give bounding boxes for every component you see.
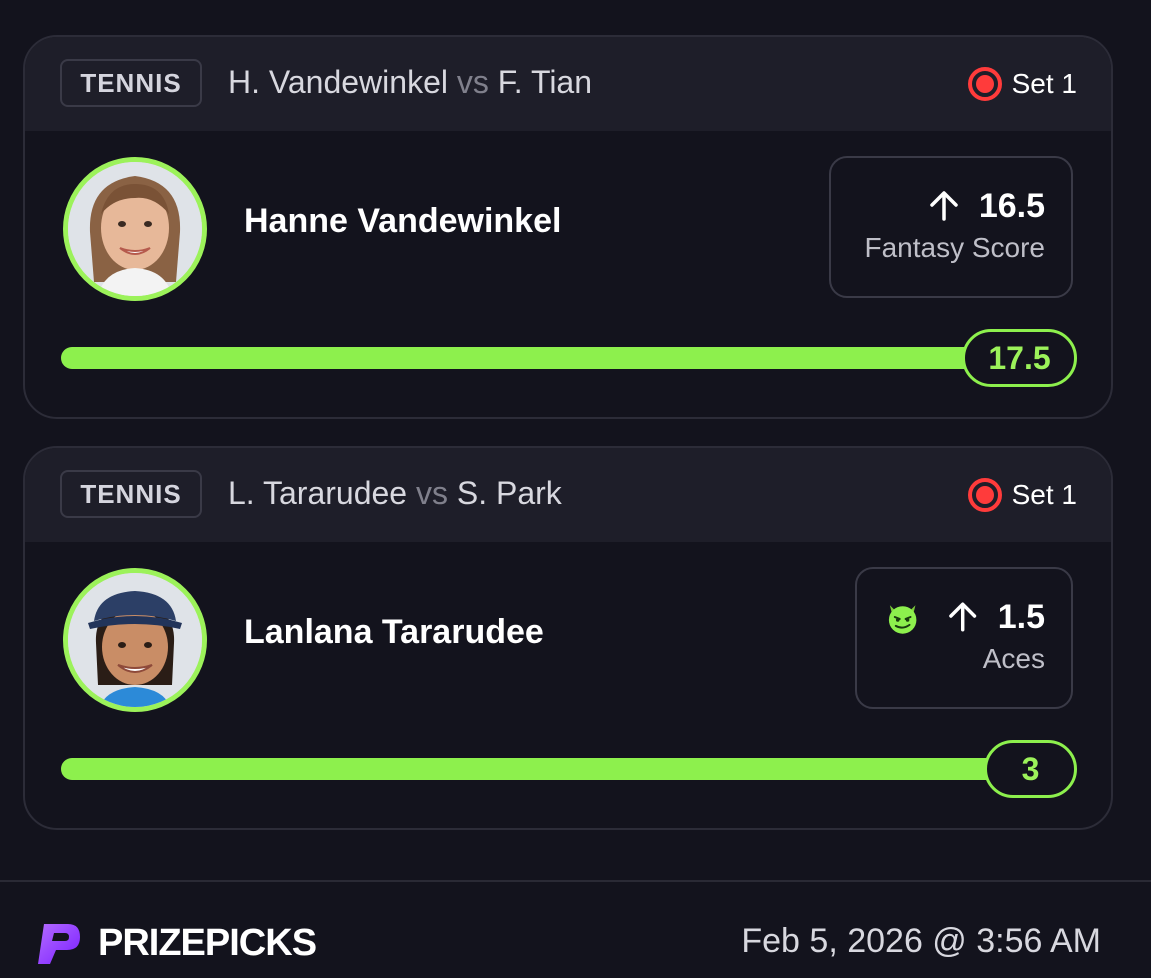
player-name: Lanlana Tararudee [244,613,544,651]
status-label: Set 1 [1011,68,1077,99]
matchup-player1: H. Vandewinkel [228,64,448,100]
card-header: TENNIS H. Vandewinkel vs F. Tian Set 1 [25,37,1111,131]
projection-stat: Aces [982,643,1045,674]
player-avatar [63,568,207,712]
player-avatar [63,157,207,301]
player-photo [68,573,202,707]
progress-fill [61,758,1023,780]
sport-badge: TENNIS [60,59,202,107]
projection-stat: Fantasy Score [864,232,1045,263]
progress-bar [61,347,1001,369]
demon-icon [888,605,917,634]
matchup-player2: S. Park [456,475,562,511]
matchup-player1: L. Tararudee [228,475,408,511]
pick-card[interactable]: TENNIS L. Tararudee vs S. Park Set 1 Lan… [23,446,1113,830]
pick-card[interactable]: TENNIS H. Vandewinkel vs F. Tian Set 1 H… [23,35,1113,419]
footer-divider [0,880,1151,882]
result-value: 3 [984,740,1077,798]
brand-name: PRIZEPICKS [98,921,317,964]
arrow-up-icon [949,602,977,632]
status-label: Set 1 [1011,479,1077,510]
player-photo [68,162,202,296]
sport-badge: TENNIS [60,470,202,518]
player-name: Hanne Vandewinkel [244,202,562,240]
arrow-up-icon [930,191,958,221]
result-value: 17.5 [962,329,1077,387]
progress-bar [61,758,1023,780]
matchup: L. Tararudee vs S. Park [228,475,562,515]
game-status: Set 1 [967,64,1077,104]
projection-line: 1.5 [883,595,1045,639]
matchup-vs: vs [456,64,489,100]
matchup: H. Vandewinkel vs F. Tian [228,64,592,104]
live-record-icon [967,67,1002,101]
projection-box: 1.5 Aces [855,567,1073,709]
progress-fill [61,347,1001,369]
timestamp: Feb 5, 2026 @ 3:56 AM [741,922,1101,960]
projection-value: 1.5 [997,597,1045,636]
game-status: Set 1 [967,475,1077,515]
matchup-player2: F. Tian [497,64,593,100]
live-record-icon [967,478,1002,512]
prizepicks-logo-icon [38,924,80,964]
matchup-vs: vs [415,475,448,511]
card-header: TENNIS L. Tararudee vs S. Park Set 1 [25,448,1111,542]
projection-box: 16.5 Fantasy Score [829,156,1073,298]
projection-value: 16.5 [978,186,1045,225]
brand-logo[interactable]: PRIZEPICKS [34,918,317,968]
projection-line: 16.5 [857,184,1045,228]
pick-results-page: TENNIS H. Vandewinkel vs F. Tian Set 1 H… [0,0,1151,978]
